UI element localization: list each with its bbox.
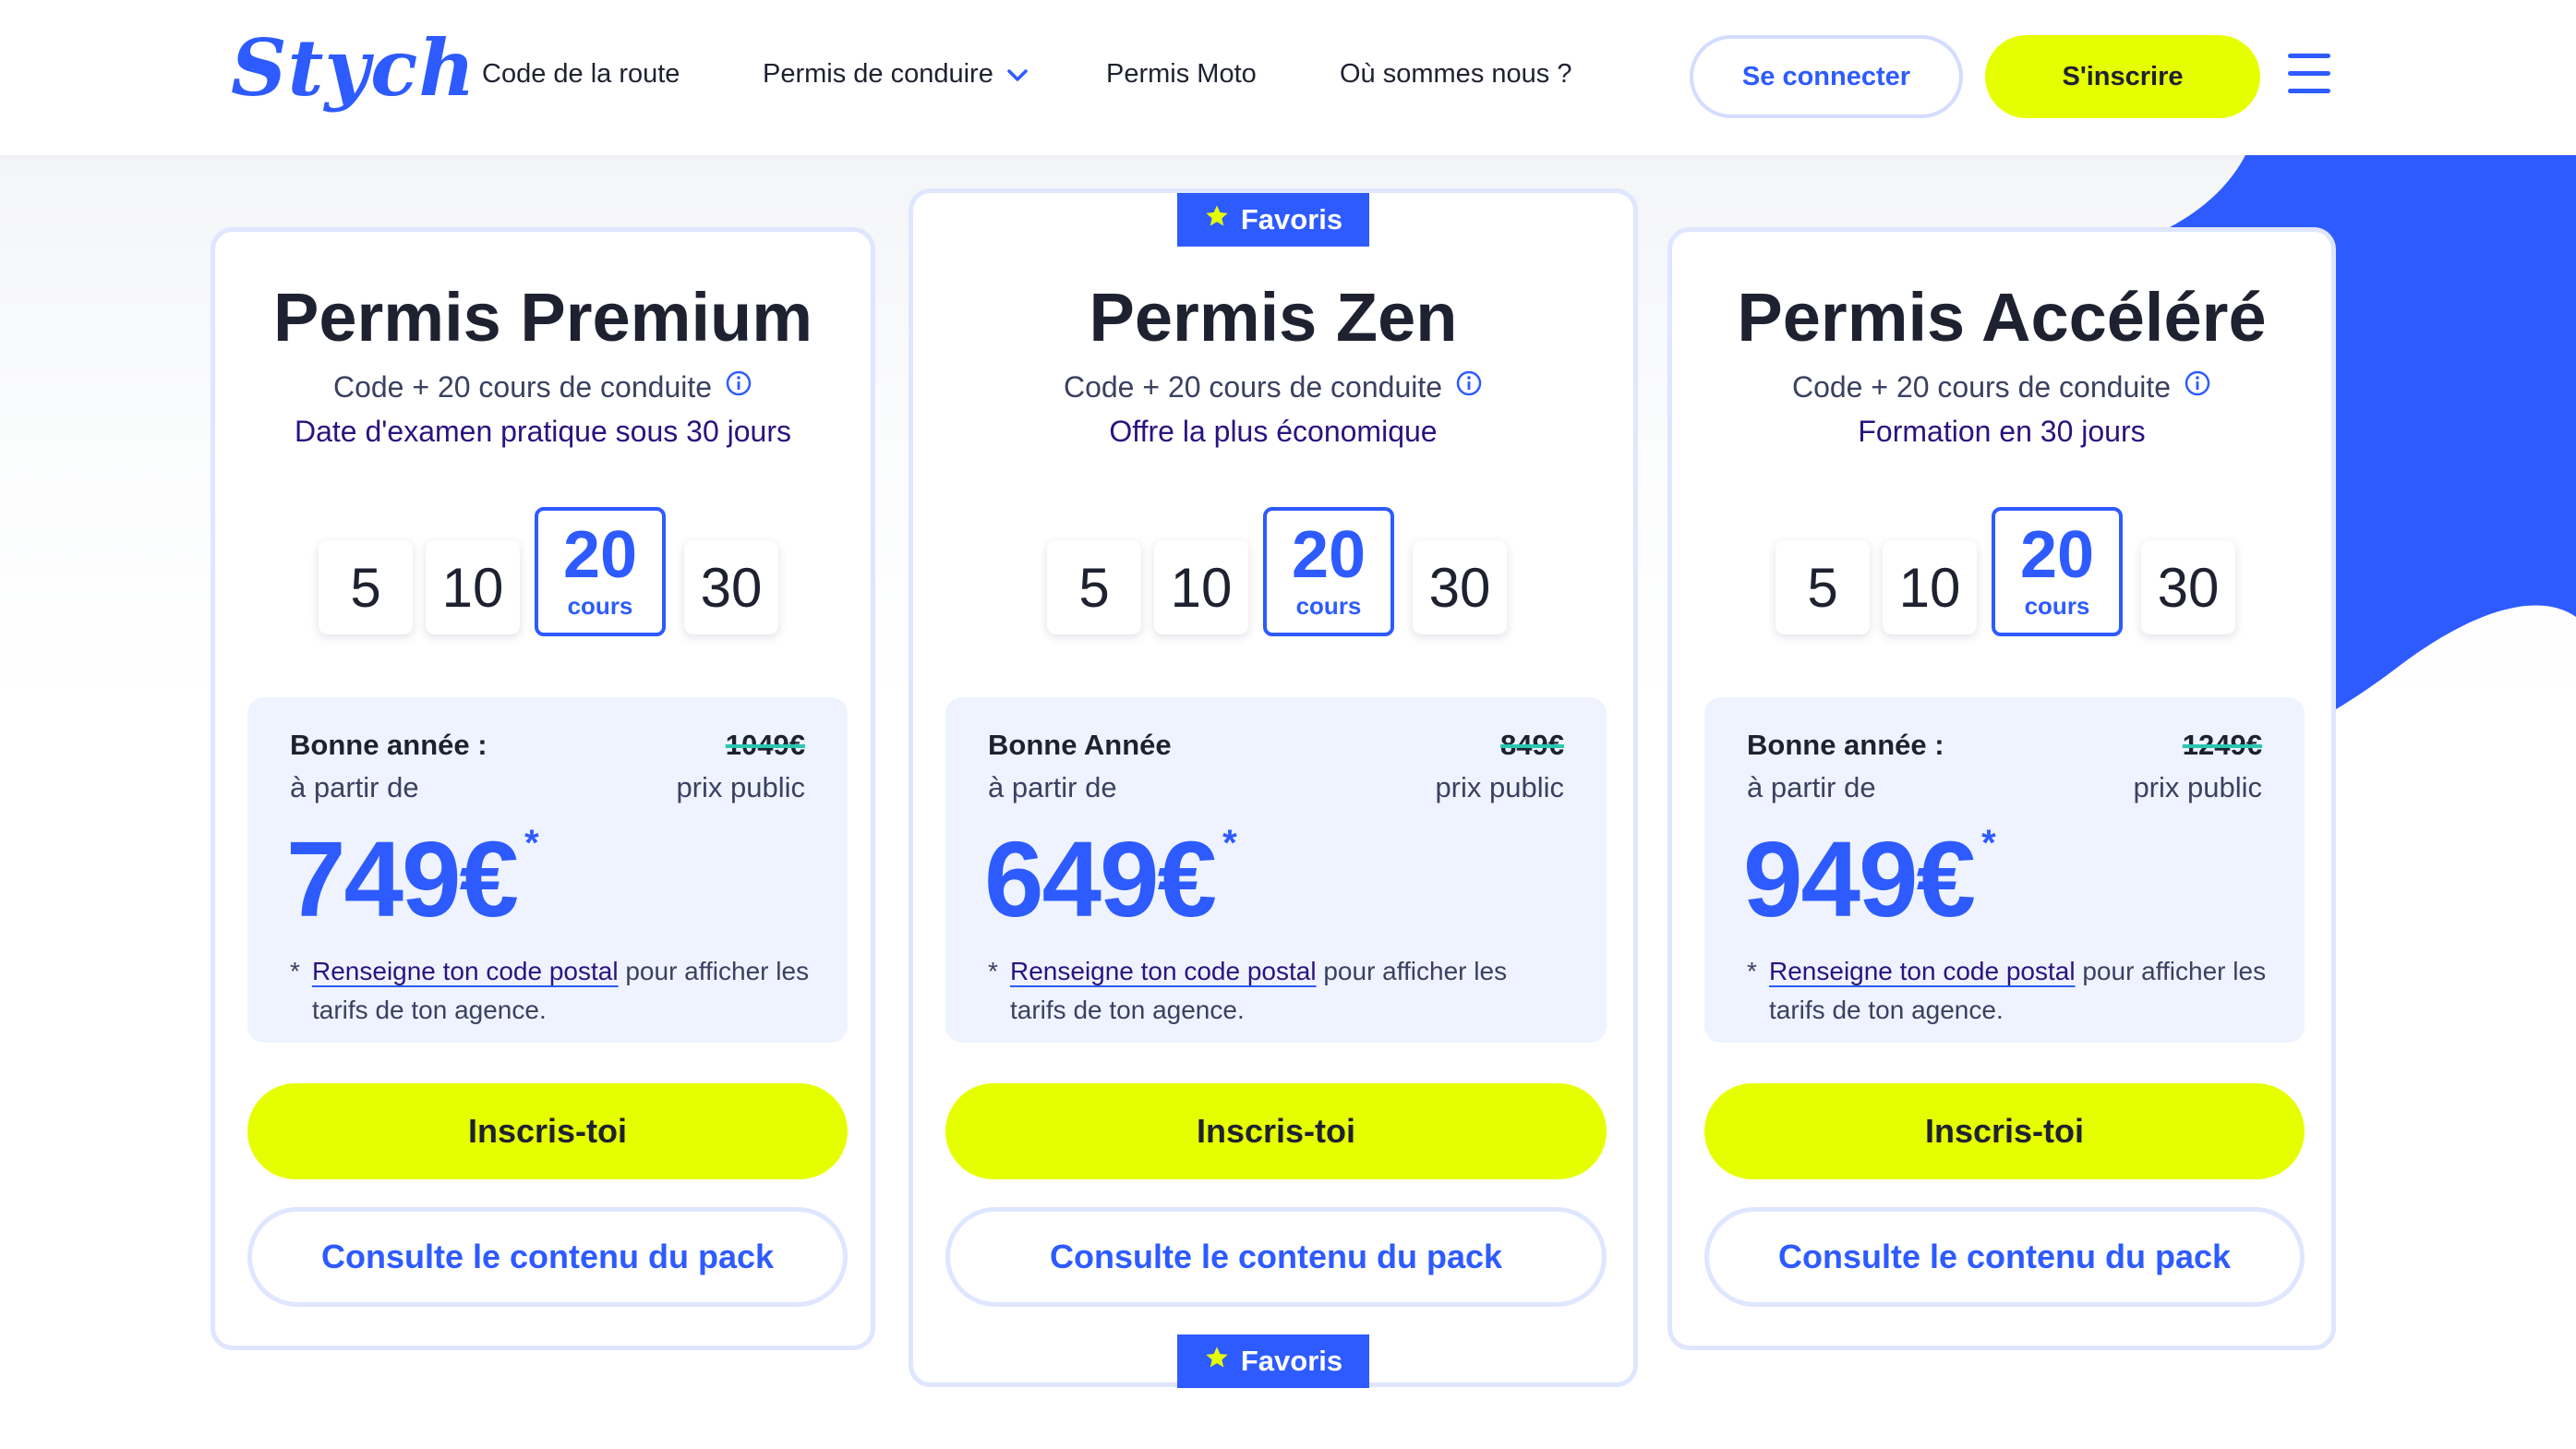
price-panel: Bonne année : à partir de 1049€ prix pub… — [247, 697, 848, 1043]
star-icon — [1204, 1345, 1230, 1378]
signup-cta-button[interactable]: Inscris-toi — [247, 1083, 848, 1179]
stych-logo[interactable]: Stych — [231, 22, 476, 114]
info-icon[interactable] — [2184, 369, 2211, 405]
price-value: 649€ — [984, 819, 1217, 939]
card-tagline: Date d'examen pratique sous 30 jours — [295, 415, 791, 448]
from-label: à partir de — [290, 771, 419, 803]
signup-cta-button[interactable]: Inscris-toi — [1704, 1083, 2305, 1179]
nav-permis-de-conduire[interactable]: Permis de conduire — [763, 59, 1029, 91]
public-price-label: prix public — [2133, 771, 2262, 803]
pricing-card-premium: Permis Premium Code + 20 cours de condui… — [211, 227, 875, 1350]
from-label: à partir de — [1747, 771, 1876, 803]
selected-option-number: 20 — [562, 518, 638, 592]
price-value: 749€ — [286, 819, 519, 939]
nav-label: Permis de conduire — [763, 59, 993, 89]
selected-option-unit: cours — [1295, 592, 1362, 620]
nav-label: Code de la route — [482, 59, 680, 89]
course-option-20-selected[interactable]: 20 cours — [1263, 507, 1394, 636]
old-price: 1049€ — [725, 729, 805, 761]
badge-label: Favoris — [1240, 203, 1343, 235]
course-option-5[interactable]: 5 — [1047, 540, 1141, 634]
course-option-30[interactable]: 30 — [1413, 540, 1507, 634]
public-price-label: prix public — [1435, 771, 1564, 803]
nav-label: Où sommes nous ? — [1340, 59, 1572, 89]
price-panel: Bonne Année à partir de 849€ prix public… — [945, 697, 1607, 1043]
price-asterisk: * — [1222, 823, 1237, 863]
subtitle-text: Code + 20 cours de conduite — [1791, 370, 2172, 404]
course-option-30[interactable]: 30 — [684, 540, 778, 634]
postal-code-note: * Renseigne ton code postal pour affiche… — [290, 952, 811, 1030]
postal-code-link[interactable]: Renseigne ton code postal — [312, 957, 619, 985]
old-price: 849€ — [1500, 729, 1564, 761]
favorite-badge-bottom: Favoris — [1177, 1334, 1369, 1388]
course-option-10[interactable]: 10 — [1154, 540, 1248, 634]
card-title: Permis Premium — [272, 279, 813, 356]
card-subtitle: Code + 20 cours de conduite — [215, 370, 871, 405]
card-tagline: Offre la plus économique — [1109, 415, 1438, 448]
postal-code-link[interactable]: Renseigne ton code postal — [1769, 957, 2076, 985]
course-option-20-selected[interactable]: 20 cours — [1992, 507, 2123, 636]
course-option-20-selected[interactable]: 20 cours — [535, 507, 666, 636]
view-pack-button[interactable]: Consulte le contenu du pack — [1704, 1207, 2305, 1307]
signup-button[interactable]: S'inscrire — [1985, 35, 2260, 118]
promo-label: Bonne année : — [1747, 729, 1944, 761]
from-label: à partir de — [988, 771, 1117, 803]
chevron-down-icon — [1006, 60, 1029, 91]
postal-code-link[interactable]: Renseigne ton code postal — [1010, 957, 1317, 985]
price-asterisk: * — [524, 823, 539, 863]
note-asterisk: * — [988, 957, 998, 985]
info-icon[interactable] — [725, 369, 752, 405]
course-option-5[interactable]: 5 — [319, 540, 413, 634]
current-price: 949€ * — [1743, 817, 1996, 941]
promo-label: Bonne Année — [988, 729, 1172, 761]
price-panel: Bonne année : à partir de 1249€ prix pub… — [1704, 697, 2305, 1043]
card-subtitle: Code + 20 cours de conduite — [913, 370, 1633, 405]
selected-option-unit: cours — [567, 592, 633, 620]
card-title: Permis Zen — [1089, 279, 1458, 356]
nav-code-de-la-route[interactable]: Code de la route — [482, 59, 680, 90]
card-tagline: Formation en 30 jours — [1858, 415, 2146, 448]
nav-permis-moto[interactable]: Permis Moto — [1106, 59, 1257, 90]
course-option-10[interactable]: 10 — [426, 540, 520, 634]
star-icon — [1204, 203, 1230, 236]
price-asterisk: * — [1981, 823, 1996, 863]
subtitle-text: Code + 20 cours de conduite — [332, 370, 713, 404]
card-subtitle: Code + 20 cours de conduite — [1672, 370, 2331, 405]
current-price: 749€ * — [286, 817, 539, 941]
selected-option-number: 20 — [1291, 518, 1366, 592]
note-asterisk: * — [290, 957, 300, 985]
view-pack-button[interactable]: Consulte le contenu du pack — [247, 1207, 848, 1307]
subtitle-text: Code + 20 cours de conduite — [1063, 370, 1443, 404]
badge-label: Favoris — [1240, 1345, 1343, 1377]
hamburger-menu-icon[interactable] — [2288, 54, 2330, 100]
pricing-card-accelere: Permis Accéléré Code + 20 cours de condu… — [1667, 227, 2336, 1350]
nav-ou-sommes-nous[interactable]: Où sommes nous ? — [1340, 59, 1571, 90]
view-pack-button[interactable]: Consulte le contenu du pack — [945, 1207, 1607, 1307]
card-title: Permis Accéléré — [1737, 279, 2267, 356]
current-price: 649€ * — [984, 817, 1237, 941]
signup-cta-button[interactable]: Inscris-toi — [945, 1083, 1607, 1179]
selected-option-unit: cours — [2024, 592, 2090, 620]
favorite-badge-top: Favoris — [1177, 193, 1369, 247]
pricing-card-zen: Favoris Permis Zen Code + 20 cours de co… — [909, 188, 1638, 1388]
note-asterisk: * — [1747, 957, 1757, 985]
public-price-label: prix public — [676, 771, 805, 803]
login-button[interactable]: Se connecter — [1690, 35, 1963, 118]
site-header: Stych Code de la route Permis de conduir… — [0, 0, 2576, 155]
postal-code-note: * Renseigne ton code postal pour affiche… — [1747, 952, 2268, 1030]
selected-option-number: 20 — [2019, 518, 2095, 592]
nav-label: Permis Moto — [1106, 59, 1257, 89]
course-option-30[interactable]: 30 — [2141, 540, 2235, 634]
price-value: 949€ — [1743, 819, 1976, 939]
old-price: 1249€ — [2182, 729, 2262, 761]
postal-code-note: * Renseigne ton code postal pour affiche… — [988, 952, 1570, 1030]
promo-label: Bonne année : — [290, 729, 488, 761]
course-option-5[interactable]: 5 — [1776, 540, 1870, 634]
info-icon[interactable] — [1455, 369, 1483, 405]
course-option-10[interactable]: 10 — [1883, 540, 1977, 634]
